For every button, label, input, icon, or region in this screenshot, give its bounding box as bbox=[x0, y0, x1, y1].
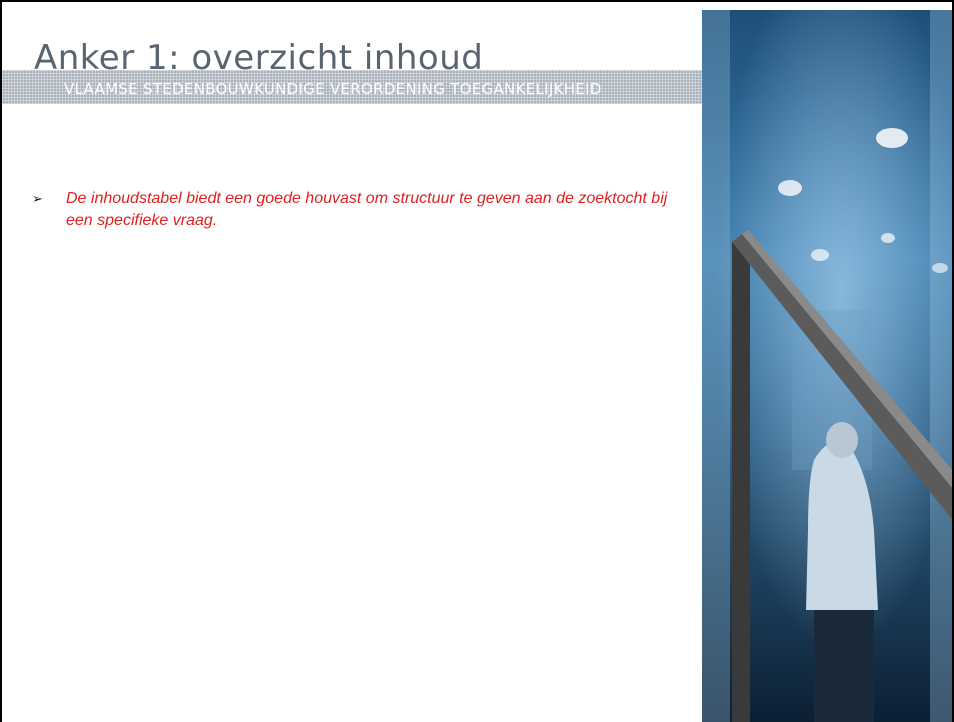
slide-subtitle: VLAAMSE STEDENBOUWKUNDIGE VERORDENING TO… bbox=[64, 80, 602, 98]
bullet-item: ➢ De inhoudstabel biedt een goede houvas… bbox=[32, 188, 682, 232]
slide: Anker 1: overzicht inhoud VLAAMSE STEDEN… bbox=[0, 0, 954, 722]
slide-title: Anker 1: overzicht inhoud bbox=[34, 38, 484, 78]
office-photo bbox=[702, 10, 952, 722]
content-area: ➢ De inhoudstabel biedt een goede houvas… bbox=[32, 188, 682, 232]
bullet-text: De inhoudstabel biedt een goede houvast … bbox=[66, 190, 668, 229]
arrow-bullet-icon: ➢ bbox=[32, 191, 43, 206]
